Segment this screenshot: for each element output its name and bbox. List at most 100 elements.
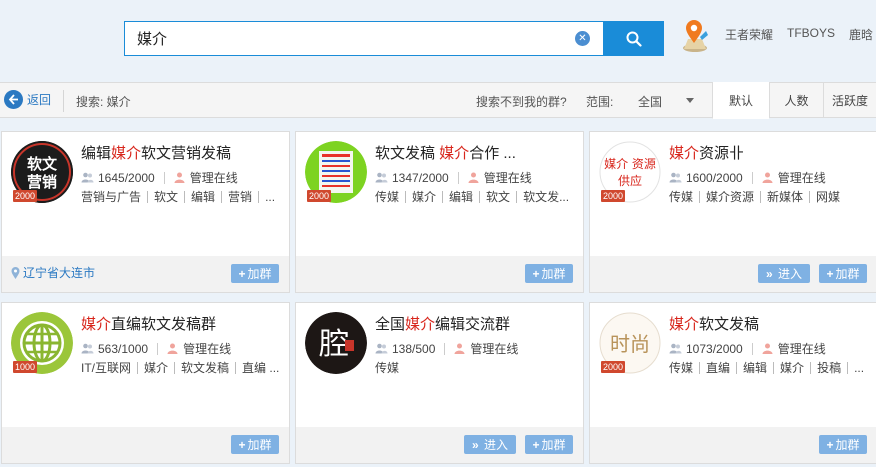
members-icon [81, 343, 94, 354]
tag: 直编 [706, 361, 731, 375]
admin-status: 管理在线 [189, 171, 238, 185]
svg-text:腔: 腔 [319, 327, 349, 362]
group-meta: 1600/2000 管理在线 [669, 169, 826, 186]
admin-icon [167, 343, 178, 354]
members-icon [81, 172, 94, 183]
tag: 网媒 [816, 190, 841, 204]
admin-icon [762, 343, 773, 354]
tag: 媒介 [780, 361, 805, 375]
group-card[interactable]: 软文 营销 2000 编辑媒介软文营销发稿 1645/2000 管理在线 营销与… [1, 131, 290, 293]
group-title[interactable]: 媒介软文发稿 [669, 313, 759, 334]
group-meta: 1073/2000 管理在线 [669, 340, 826, 357]
clear-icon[interactable]: ✕ [575, 31, 590, 46]
search-box: ✕ [124, 21, 604, 56]
tag: 媒介 [412, 190, 437, 204]
tab-sort-activity[interactable]: 活跃度 [823, 82, 876, 118]
tag: 软文 [486, 190, 511, 204]
level-badge: 2000 [601, 361, 626, 373]
group-title[interactable]: 编辑媒介软文营销发稿 [81, 142, 231, 163]
group-tags: 传媒 媒介 编辑 软文 软文发... [375, 188, 569, 205]
tag: 媒介资源 [706, 190, 755, 204]
group-card[interactable]: 时尚 2000 媒介软文发稿 1073/2000 管理在线 传媒 直编 编辑 媒… [589, 302, 876, 464]
admin-status: 管理在线 [777, 342, 826, 356]
group-location[interactable]: 辽宁省大连市 [11, 264, 95, 281]
member-count: 1645/2000 [98, 170, 155, 185]
tag: 软文发稿 [181, 361, 230, 375]
tag: 营销与广告 [81, 190, 142, 204]
svg-text:供应: 供应 [618, 173, 642, 188]
member-count: 563/1000 [98, 341, 149, 356]
divider [63, 90, 64, 112]
group-card[interactable]: 1000 媒介直编软文发稿群 563/1000 管理在线 IT/互联网 媒介 软… [1, 302, 290, 464]
member-count: 1347/2000 [392, 170, 449, 185]
card-footer: + 加群 [590, 427, 876, 463]
scope-dropdown[interactable]: 全国 [638, 93, 694, 110]
tag: 编辑 [449, 190, 474, 204]
group-tags: IT/互联网 媒介 软文发稿 直编 ... [81, 359, 279, 376]
group-title[interactable]: 全国媒介编辑交流群 [375, 313, 510, 334]
tag: 软文 [154, 190, 179, 204]
group-card[interactable]: 媒介 资源 供应 2000 媒介资源卝 1600/2000 管理在线 传媒 媒介… [589, 131, 876, 293]
card-footer: » 进入 + 加群 [296, 427, 583, 463]
admin-icon [454, 343, 465, 354]
join-group-button[interactable]: + 加群 [525, 435, 573, 454]
card-footer: + 加群 [296, 256, 583, 292]
tag: 传媒 [669, 190, 694, 204]
location-pin-icon[interactable] [680, 17, 710, 53]
level-badge: 2000 [601, 190, 626, 202]
hot-link[interactable]: TFBOYS [787, 26, 835, 43]
join-group-button[interactable]: + 加群 [819, 264, 867, 283]
level-badge: 1000 [13, 361, 38, 373]
join-group-button[interactable]: + 加群 [525, 264, 573, 283]
admin-icon [468, 172, 479, 183]
tag: 投稿 [817, 361, 842, 375]
member-count: 1073/2000 [686, 341, 743, 356]
group-meta: 1347/2000 管理在线 [375, 169, 532, 186]
group-card[interactable]: 腔 全国媒介编辑交流群 138/500 管理在线 传媒 » 进入 + 加群 [295, 302, 584, 464]
enter-group-button[interactable]: » 进入 [758, 264, 810, 283]
group-title[interactable]: 媒介资源卝 [669, 142, 744, 163]
scope-value: 全国 [638, 95, 663, 109]
members-icon [669, 172, 682, 183]
chevron-down-icon [686, 98, 694, 103]
group-meta: 138/500 管理在线 [375, 340, 518, 357]
tag: 传媒 [669, 361, 694, 375]
search-input[interactable] [125, 22, 575, 55]
members-icon [375, 343, 388, 354]
hot-link[interactable]: 王者荣耀 [725, 26, 773, 43]
tag: 传媒 [375, 190, 400, 204]
scope-label: 范围: [586, 95, 614, 109]
svg-text:营销: 营销 [27, 173, 57, 191]
group-tags: 传媒 媒介资源 新媒体 网媒 [669, 188, 840, 205]
tab-sort-members[interactable]: 人数 [769, 82, 823, 118]
group-tags: 传媒 [375, 359, 399, 376]
not-found-link[interactable]: 搜索不到我的群? [476, 93, 567, 110]
search-summary: 搜索: 媒介 [76, 95, 131, 109]
join-group-button[interactable]: + 加群 [231, 264, 279, 283]
back-button[interactable]: 返回 [4, 90, 51, 109]
enter-group-button[interactable]: » 进入 [464, 435, 516, 454]
card-footer: + 加群 [2, 427, 289, 463]
group-title[interactable]: 软文发稿 媒介合作 ... [375, 142, 516, 163]
search-icon [626, 31, 642, 47]
join-group-button[interactable]: + 加群 [231, 435, 279, 454]
svg-text:软文: 软文 [27, 155, 58, 173]
tag: 编辑 [743, 361, 768, 375]
group-tags: 传媒 直编 编辑 媒介 投稿 ... [669, 359, 864, 376]
join-group-button[interactable]: + 加群 [819, 435, 867, 454]
top-search-bar: ✕ 王者荣耀 TFBOYS 鹿晗 [0, 0, 876, 82]
admin-status: 管理在线 [470, 342, 519, 356]
tag: 媒介 [144, 361, 169, 375]
member-count: 1600/2000 [686, 170, 743, 185]
tab-sort-default[interactable]: 默认 [712, 82, 769, 119]
hot-search-links: 王者荣耀 TFBOYS 鹿晗 [725, 26, 873, 43]
tag: IT/互联网 [81, 361, 131, 375]
tag: ... [269, 360, 280, 375]
search-button[interactable] [603, 21, 664, 56]
level-badge: 2000 [307, 190, 332, 202]
admin-status: 管理在线 [183, 342, 232, 356]
group-card[interactable]: 2000 软文发稿 媒介合作 ... 1347/2000 管理在线 传媒 媒介 … [295, 131, 584, 293]
group-title[interactable]: 媒介直编软文发稿群 [81, 313, 216, 334]
svg-text:媒介 资源: 媒介 资源 [604, 157, 656, 171]
hot-link[interactable]: 鹿晗 [849, 26, 873, 43]
